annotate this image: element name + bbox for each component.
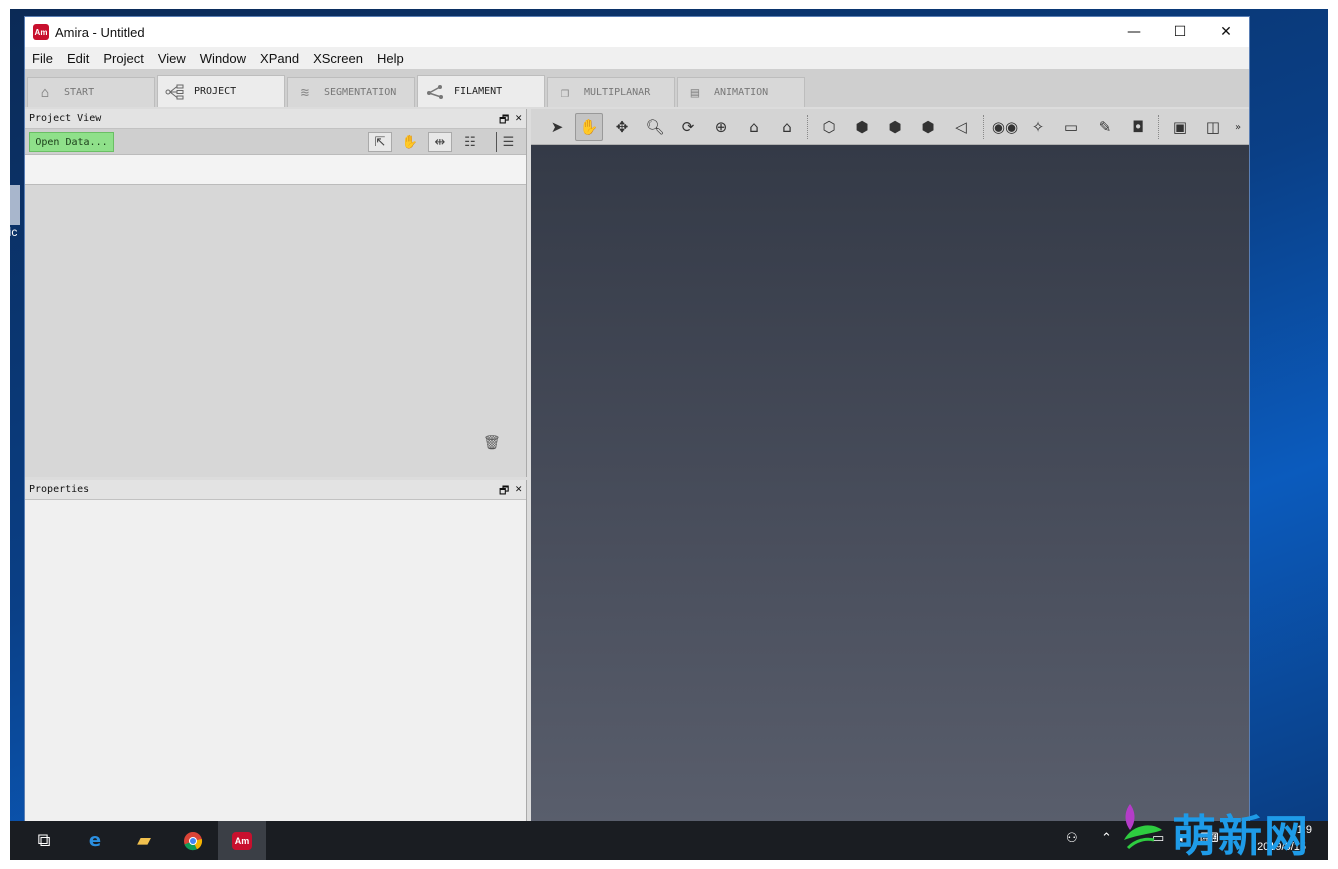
tab-animation[interactable]: ▤ ANIMATION (677, 77, 805, 107)
view-yz-icon[interactable]: ⬢ (914, 113, 942, 141)
multiplanar-icon: ❐ (560, 84, 570, 101)
maximize-button[interactable]: ☐ (1157, 17, 1203, 47)
home-view-icon[interactable]: ⌂ (740, 113, 768, 141)
view-xz-icon[interactable]: ⬢ (881, 113, 909, 141)
tab-project-label: PROJECT (194, 86, 237, 97)
project-view-title: Project View (29, 113, 102, 124)
measure-pick-icon[interactable]: ✧ (1024, 113, 1052, 141)
project-view-panel: Project View 🗗 ✕ Open Data... ⇱ ✋ ⇹ ☷ ☰ … (25, 109, 527, 477)
amira-window: Am Amira - Untitled — ☐ ✕ File Edit Proj… (24, 16, 1250, 822)
seek-target-icon[interactable]: ⊕ (707, 113, 735, 141)
close-panel-icon[interactable]: ✕ (515, 111, 522, 130)
menu-xscreen[interactable]: XScreen (306, 51, 370, 66)
properties-title: Properties (29, 484, 90, 495)
select-pointer-icon[interactable]: ⇱ (368, 132, 392, 152)
chrome-icon[interactable] (169, 821, 217, 860)
tree-view-icon[interactable]: ☰ (496, 132, 520, 152)
amira-logo-icon: Am (232, 831, 252, 850)
trash-icon[interactable]: 🗑 (483, 435, 501, 451)
snapshot-camera-icon[interactable]: ◘ (1124, 113, 1152, 141)
file-explorer-icon[interactable]: ▰ (120, 821, 168, 860)
watermark-logo: 萌新网 (1116, 800, 1326, 862)
leaf-logo-icon (1124, 804, 1162, 850)
workroom-tab-bar: ⌂ START PROJECT ≋ SEGMENTATION FILAMENT … (25, 69, 1249, 107)
amira-taskbar-button[interactable]: Am (218, 821, 266, 860)
menu-file[interactable]: File (25, 51, 60, 66)
draw-tool-icon[interactable]: ✎ (1091, 113, 1119, 141)
single-viewer-icon[interactable]: ▣ (1166, 113, 1194, 141)
menu-help[interactable]: Help (370, 51, 411, 66)
project-graph-icon (164, 83, 186, 101)
filament-icon (424, 83, 446, 101)
amira-logo-icon: Am (33, 24, 49, 40)
tab-filament[interactable]: FILAMENT (417, 75, 545, 107)
watermark-text: 萌新网 (1172, 811, 1310, 862)
zoom-icon[interactable]: 🔍︎ (641, 113, 669, 141)
interact-hand-icon[interactable]: ✋ (575, 113, 603, 141)
menu-edit[interactable]: Edit (60, 51, 96, 66)
menu-window[interactable]: Window (193, 51, 253, 66)
tree-layout-icon[interactable]: ☷ (458, 132, 482, 152)
auto-connect-icon[interactable]: ⇹ (428, 132, 452, 152)
pointer-icon[interactable]: ➤ (543, 113, 571, 141)
rotate-icon[interactable]: ⟳ (674, 113, 702, 141)
home-icon: ⌂ (40, 84, 50, 101)
menu-bar: File Edit Project View Window XPand XScr… (25, 47, 1249, 69)
open-data-button[interactable]: Open Data... (29, 132, 114, 152)
project-view-titlebar: Project View 🗗 ✕ (25, 109, 526, 129)
stereo-glasses-icon[interactable]: ◉◉ (991, 113, 1019, 141)
properties-titlebar: Properties 🗗 ✕ (25, 480, 526, 500)
close-button[interactable]: ✕ (1203, 17, 1249, 47)
layers-icon: ≋ (300, 84, 310, 101)
task-view-icon[interactable]: ⧉ (20, 821, 68, 860)
title-bar[interactable]: Am Amira - Untitled — ☐ ✕ (25, 17, 1249, 47)
window-title: Amira - Untitled (55, 24, 145, 40)
set-home-icon[interactable]: ⌂ (773, 113, 801, 141)
clapperboard-icon: ▤ (690, 84, 700, 101)
project-object-list[interactable] (25, 155, 526, 185)
two-viewers-icon[interactable]: ◫ (1199, 113, 1227, 141)
translate-icon[interactable]: ✥ (608, 113, 636, 141)
tab-start-label: START (64, 87, 95, 98)
viewer-toolbar: ➤ ✋ ✥ 🔍︎ ⟳ ⊕ ⌂ ⌂ ⬡ ⬢ ⬢ ⬢ ◁ ◉◉ ✧ ▭ ✎ ◘ ▣ … (531, 109, 1249, 145)
tab-multiplanar[interactable]: ❐ MULTIPLANAR (547, 77, 675, 107)
people-icon[interactable]: ⚇ (1066, 831, 1078, 846)
tab-multiplanar-label: MULTIPLANAR (584, 87, 651, 98)
project-view-toolbar: Open Data... ⇱ ✋ ⇹ ☷ ☰ (25, 129, 526, 155)
float-panel-icon[interactable]: 🗗 (499, 111, 509, 130)
measurement-2d-icon[interactable]: ▭ (1057, 113, 1085, 141)
close-panel-icon[interactable]: ✕ (515, 482, 522, 501)
tab-project[interactable]: PROJECT (157, 75, 285, 107)
edge-browser-icon[interactable]: e (71, 821, 119, 860)
tab-filament-label: FILAMENT (454, 86, 503, 97)
tab-start[interactable]: ⌂ START (27, 77, 155, 107)
properties-panel: Properties 🗗 ✕ (25, 480, 527, 821)
tab-segmentation[interactable]: ≋ SEGMENTATION (287, 77, 415, 107)
menu-project[interactable]: Project (96, 51, 150, 66)
tab-segmentation-label: SEGMENTATION (324, 87, 397, 98)
3d-viewer[interactable] (531, 145, 1249, 821)
minimize-button[interactable]: — (1111, 17, 1157, 47)
desktop-shortcut-label: lic (10, 225, 18, 239)
tab-animation-label: ANIMATION (714, 87, 769, 98)
perspective-icon[interactable]: ◁ (947, 113, 975, 141)
view-all-icon[interactable]: ⬡ (815, 113, 843, 141)
menu-xpand[interactable]: XPand (253, 51, 306, 66)
more-tools-icon[interactable]: » (1229, 113, 1247, 141)
pan-hand-icon[interactable]: ✋ (398, 132, 422, 152)
desktop-shortcut-icon[interactable] (10, 185, 20, 225)
menu-view[interactable]: View (151, 51, 193, 66)
view-xy-icon[interactable]: ⬢ (848, 113, 876, 141)
float-panel-icon[interactable]: 🗗 (499, 482, 509, 501)
tray-chevron-up-icon[interactable]: ⌃ (1101, 831, 1112, 846)
